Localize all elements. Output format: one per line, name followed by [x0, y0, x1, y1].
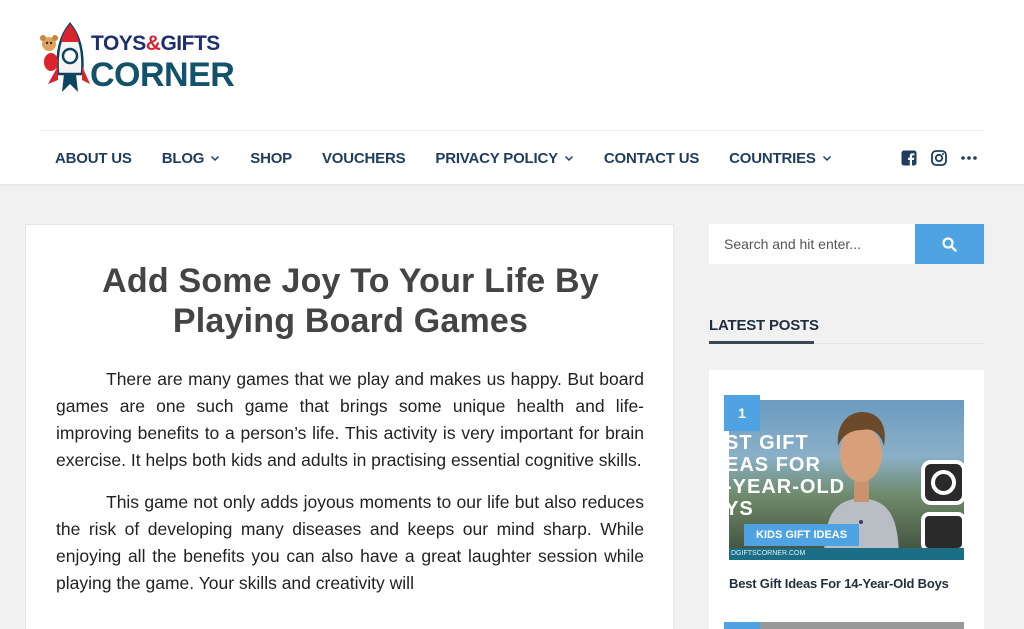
logo-text-top: TOYS&GIFTS	[91, 32, 220, 55]
nav-item-shop[interactable]: SHOP	[250, 150, 292, 167]
search-button[interactable]	[915, 224, 984, 264]
chevron-down-icon	[822, 153, 832, 163]
post-title-link[interactable]: Best Gift Ideas For 14-Year-Old Boys	[729, 576, 949, 591]
article-body: There are many games that we play and ma…	[56, 366, 644, 612]
post-image-graphic	[921, 460, 964, 552]
more-icon[interactable]	[961, 150, 977, 166]
post-category-tag[interactable]: KIDS GIFT IDEAS	[744, 524, 860, 546]
chevron-down-icon	[564, 153, 574, 163]
nav-item-label: VOUCHERS	[321, 149, 406, 167]
nav-item-about-us[interactable]: ABOUT US	[55, 150, 132, 167]
post-number-badge	[724, 622, 760, 629]
widget-title: LATEST POSTS	[709, 317, 819, 334]
nav-item-blog[interactable]: BLOG	[162, 150, 221, 167]
article-paragraph: There are many games that we play and ma…	[56, 369, 644, 470]
main-nav: ABOUT US BLOG SHOP VOUCHERS PRIVACY POLI…	[55, 148, 862, 168]
search-input[interactable]	[709, 224, 915, 264]
nav-item-label: PRIVACY POLICY	[435, 149, 558, 167]
article-card: Add Some Joy To Your Life By Playing Boa…	[25, 224, 674, 629]
nav-item-label: CONTACT US	[603, 149, 700, 167]
nav-item-contact-us[interactable]: CONTACT US	[604, 150, 699, 167]
nav-item-label: SHOP	[250, 149, 292, 167]
chevron-down-icon	[210, 153, 220, 163]
nav-divider	[40, 130, 984, 131]
post-thumbnail[interactable]	[760, 622, 964, 629]
social-links	[901, 148, 977, 168]
nav-item-vouchers[interactable]: VOUCHERS	[321, 149, 406, 167]
article-title: Add Some Joy To Your Life By Playing Boa…	[102, 262, 599, 340]
facebook-icon[interactable]	[901, 150, 917, 166]
post-image-footer-text: DGIFTSCORNER.COM	[731, 550, 806, 557]
site-header: TOYS&GIFTS CORNER ABOUT US BLOG SHOP VOU…	[0, 0, 1024, 184]
nav-item-label: BLOG	[161, 149, 205, 167]
widget-title-underline	[709, 341, 814, 344]
instagram-icon[interactable]	[931, 150, 947, 166]
rocket-logo-icon	[40, 22, 90, 92]
search-icon	[942, 236, 957, 252]
nav-item-countries[interactable]: COUNTRIES	[729, 150, 832, 167]
article-paragraph: This game not only adds joyous moments t…	[56, 492, 644, 593]
nav-item-privacy-policy[interactable]: PRIVACY POLICY	[435, 150, 574, 167]
site-logo[interactable]: TOYS&GIFTS CORNER	[40, 22, 240, 104]
logo-text-bottom: CORNER	[90, 56, 235, 94]
nav-item-label: ABOUT US	[55, 149, 132, 167]
post-number-badge: 1	[724, 395, 760, 431]
nav-item-label: COUNTRIES	[729, 149, 816, 167]
search-form	[709, 224, 984, 264]
latest-post-card	[709, 618, 984, 629]
latest-post-card: ST GIFT EAS FOR -YEAR-OLD YS DGIFTSCORNE…	[709, 370, 984, 629]
